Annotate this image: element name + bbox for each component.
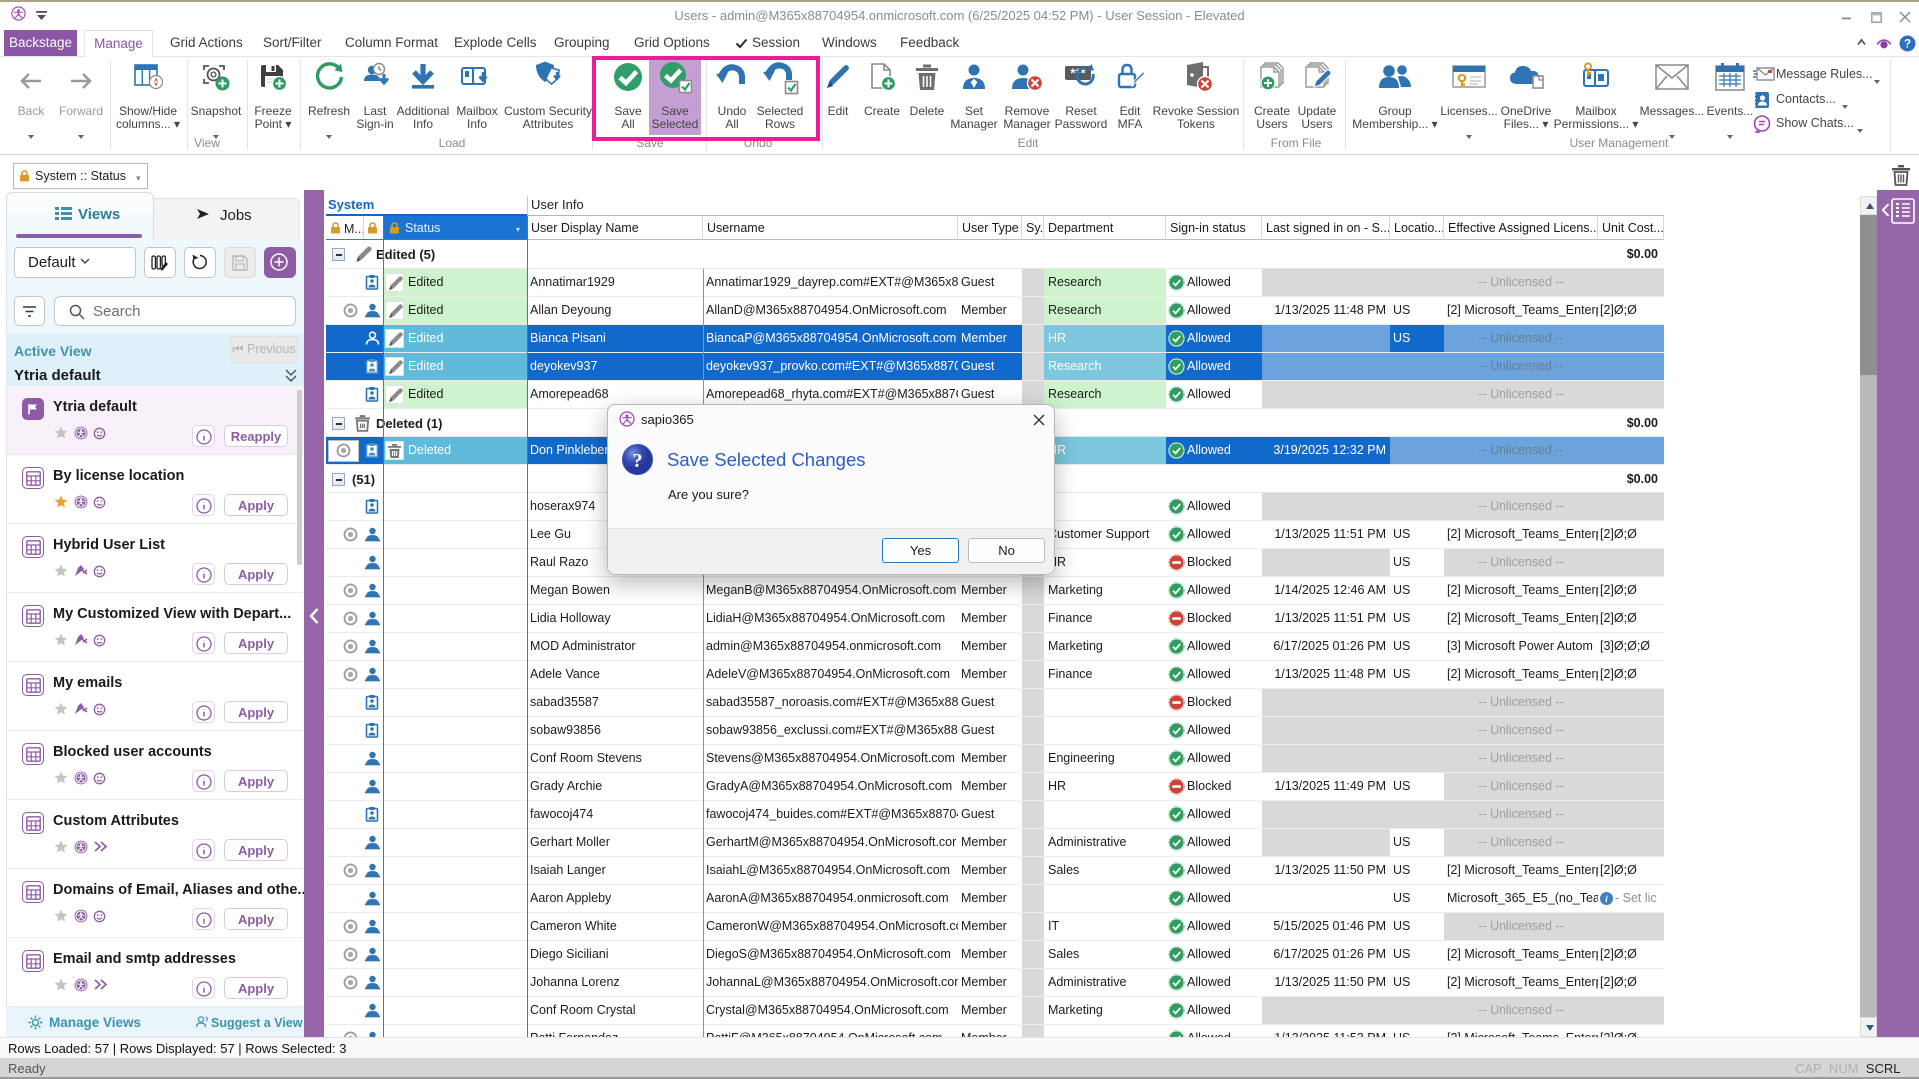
svg-text:?: ? (632, 450, 642, 472)
svg-text:?: ? (1904, 39, 1911, 51)
svg-text:i: i (1605, 895, 1608, 905)
